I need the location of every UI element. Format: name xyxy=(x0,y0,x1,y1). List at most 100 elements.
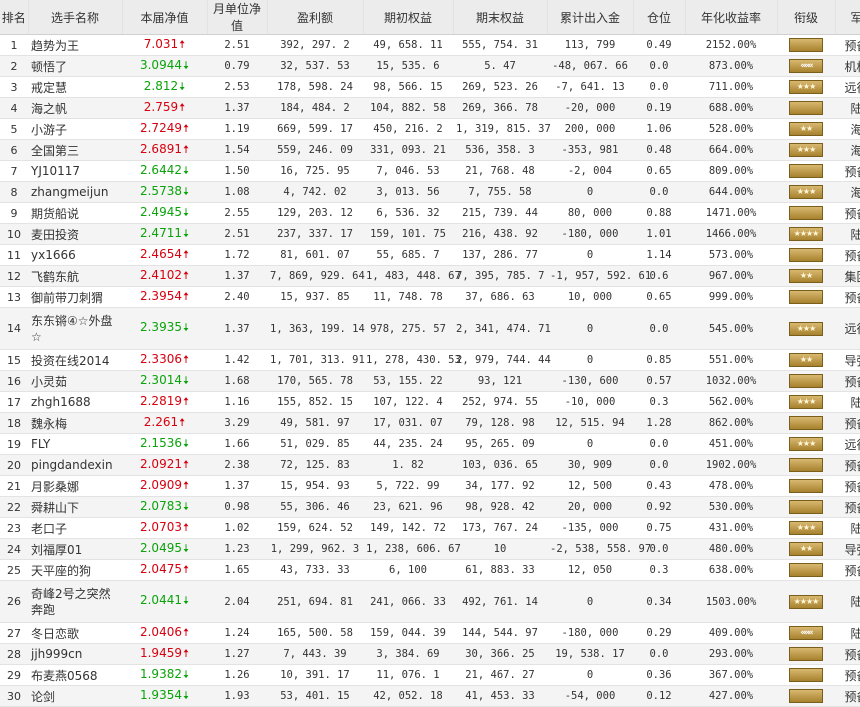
rank-cell: 12 xyxy=(0,265,28,287)
rank-badge-cell: ★★★★ xyxy=(777,580,835,623)
table-row: 29 布麦燕0568 1.9382🠇 1.26 10, 391. 17 11, 076. … xyxy=(0,664,860,686)
unit-nav-cell: 1.54 xyxy=(207,139,267,161)
cash-flow-cell: 12, 515. 94 xyxy=(547,412,633,434)
player-name-link[interactable]: 小灵茹 xyxy=(28,370,122,392)
player-name-link[interactable]: zhangmeijun xyxy=(28,181,122,203)
player-name-link[interactable]: 趋势为王 xyxy=(28,34,122,56)
nav-value: 2.4102 xyxy=(139,267,182,282)
rank-cell: 28 xyxy=(0,643,28,665)
cash-flow-cell: -20, 000 xyxy=(547,97,633,119)
rank-badge-cell: ★★★ xyxy=(777,76,835,98)
profit-cell: 51, 029. 85 xyxy=(267,433,363,455)
rank-badge-cell xyxy=(777,664,835,686)
header-rank[interactable]: 排名 xyxy=(0,0,29,35)
unit-nav-cell: 1.02 xyxy=(207,517,267,539)
player-name-link[interactable]: 飞鹤东航 xyxy=(28,265,122,287)
header-final-equity[interactable]: 期末权益 xyxy=(453,0,548,35)
player-name-link[interactable]: 戒定慧 xyxy=(28,76,122,98)
player-name-link[interactable]: 投资在线2014 xyxy=(28,349,122,371)
initial-equity-cell: 159, 101. 75 xyxy=(363,223,453,245)
header-name[interactable]: 选手名称 xyxy=(28,0,123,35)
annual-return-cell: 644.00% xyxy=(685,181,777,203)
player-name-link[interactable]: 顿悟了 xyxy=(28,55,122,77)
header-rank-badge[interactable]: 衔级 xyxy=(777,0,836,35)
cash-flow-cell: 0 xyxy=(547,349,633,371)
army-cell: 预备役 xyxy=(835,454,860,476)
ranking-table: 排名 选手名称 本届净值 月单位净值 盈利额 期初权益 期末权益 累计出入金 仓… xyxy=(0,0,860,707)
profit-cell: 178, 598. 24 xyxy=(267,76,363,98)
player-name-link[interactable]: YJ10117 xyxy=(28,160,122,182)
profit-cell: 392, 297. 2 xyxy=(267,34,363,56)
rank-insignia-icon xyxy=(789,206,823,220)
player-name-link[interactable]: 舜耕山下 xyxy=(28,496,122,518)
cash-flow-cell: -2, 538, 558. 97 xyxy=(547,538,651,560)
rank-cell: 27 xyxy=(0,622,28,644)
unit-nav-cell: 3.29 xyxy=(207,412,267,434)
player-name-link[interactable]: yx1666 xyxy=(28,244,122,266)
table-row: 21 月影桑娜 2.0909🠅 1.37 15, 954. 93 5, 722. 99 34… xyxy=(0,475,860,497)
unit-nav-cell: 1.50 xyxy=(207,160,267,182)
nav-value: 7.031 xyxy=(143,36,179,51)
position-cell: 0.88 xyxy=(633,202,685,224)
player-name-link[interactable]: 天平座的狗 xyxy=(28,559,122,581)
player-name-link[interactable]: 刘福厚01 xyxy=(28,538,122,560)
player-name-link[interactable]: 冬日恋歌 xyxy=(28,622,122,644)
table-row: 9 期货船说 2.4945🠇 2.55 129, 203. 12 6, 536. 32 21… xyxy=(0,202,860,224)
rank-cell: 20 xyxy=(0,454,28,476)
profit-cell: 7, 869, 929. 64 xyxy=(267,265,365,287)
nav-cell: 2.3014🠇 xyxy=(122,370,207,392)
player-name-link[interactable]: 布麦燕0568 xyxy=(28,664,122,686)
initial-equity-cell: 1. 82 xyxy=(363,454,453,476)
profit-cell: 15, 954. 93 xyxy=(267,475,363,497)
header-annual-return[interactable]: 年化收益率 xyxy=(685,0,778,35)
header-nav[interactable]: 本届净值 xyxy=(122,0,208,35)
header-profit[interactable]: 盈利额 xyxy=(267,0,364,35)
nav-value: 2.0441 xyxy=(139,593,182,607)
nav-cell: 2.6891🠅 xyxy=(122,139,207,161)
player-name-link[interactable]: zhgh1688 xyxy=(28,391,122,413)
header-initial-equity[interactable]: 期初权益 xyxy=(363,0,454,35)
player-name-link[interactable]: 御前带刀刺猬 xyxy=(28,286,122,308)
header-position[interactable]: 仓位 xyxy=(633,0,686,35)
table-row: 19 FLY 2.1536🠇 1.66 51, 029. 85 44, 235. 24 95… xyxy=(0,433,860,455)
rank-insignia-icon xyxy=(789,647,823,661)
arrow-down-icon: 🠇 xyxy=(182,373,190,387)
rank-insignia-icon: ★★★ xyxy=(789,395,823,409)
player-name-link[interactable]: 小游子 xyxy=(28,118,122,140)
header-army[interactable]: 军种 xyxy=(835,0,860,35)
player-name-link[interactable]: 月影桑娜 xyxy=(28,475,122,497)
player-name-link[interactable]: 奇峰2号之突然奔跑 xyxy=(28,580,122,623)
unit-nav-cell: 1.37 xyxy=(207,97,267,119)
player-name-link[interactable]: jjh999cn xyxy=(28,643,122,665)
annual-return-cell: 664.00% xyxy=(685,139,777,161)
player-name-link[interactable]: 海之帆 xyxy=(28,97,122,119)
player-name-link[interactable]: 老口子 xyxy=(28,517,122,539)
annual-return-cell: 638.00% xyxy=(685,559,777,581)
player-name-link[interactable]: 期货船说 xyxy=(28,202,122,224)
position-cell: 0.65 xyxy=(633,286,685,308)
player-name-link[interactable]: 论剑 xyxy=(28,685,122,707)
army-cell: 陆军 xyxy=(835,580,860,623)
position-cell: 1.01 xyxy=(633,223,685,245)
nav-value: 2.3954 xyxy=(139,288,182,303)
army-cell: 预备役 xyxy=(835,685,860,707)
rank-insignia-icon xyxy=(789,416,823,430)
profit-cell: 7, 443. 39 xyxy=(267,643,363,665)
player-name-link[interactable]: FLY xyxy=(28,433,122,455)
final-equity-cell: 144, 544. 97 xyxy=(453,622,547,644)
initial-equity-cell: 17, 031. 07 xyxy=(363,412,453,434)
player-name-link[interactable]: 全国第三 xyxy=(28,139,122,161)
rank-insignia-icon xyxy=(789,248,823,262)
header-cash-flow[interactable]: 累计出入金 xyxy=(547,0,634,35)
arrow-down-icon: 🠇 xyxy=(182,205,190,219)
player-name-link[interactable]: 东东锵④☆外盘☆ xyxy=(28,307,122,350)
table-row: 1 趋势为王 7.031🠅 2.51 392, 297. 2 49, 658. 11 555… xyxy=(0,34,860,56)
unit-nav-cell: 1.27 xyxy=(207,643,267,665)
player-name-link[interactable]: 魏永梅 xyxy=(28,412,122,434)
player-name-link[interactable]: pingdandexin xyxy=(28,454,122,476)
nav-cell: 2.6442🠇 xyxy=(122,160,207,182)
rank-badge-cell: ««« xyxy=(777,622,835,644)
army-cell: 预备役 xyxy=(835,664,860,686)
header-unit-nav[interactable]: 月单位净值 xyxy=(207,0,268,35)
player-name-link[interactable]: 麦田投资 xyxy=(28,223,122,245)
